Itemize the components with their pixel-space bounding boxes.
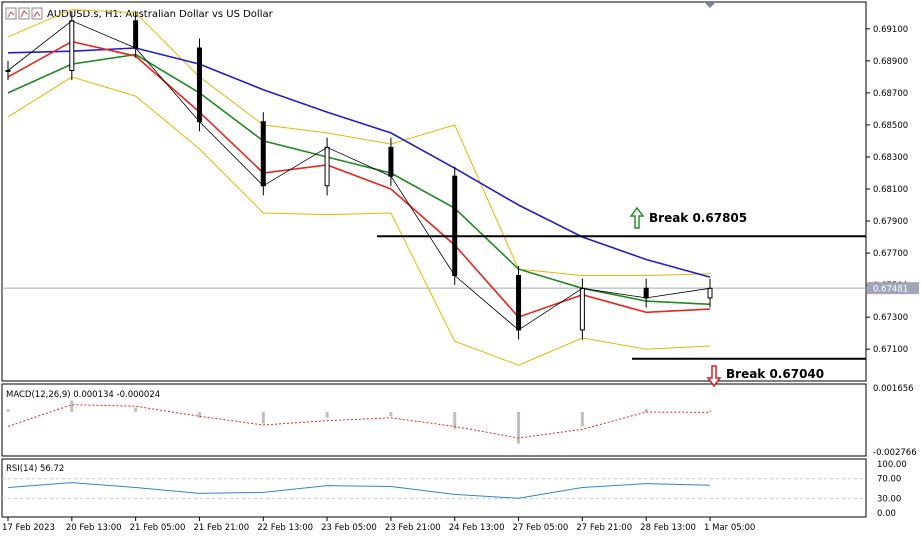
rsi-panel-frame[interactable] (1, 458, 867, 518)
macd-histogram-bar (261, 411, 265, 424)
price-candle-body (133, 20, 139, 49)
macd-title: MACD(12,26,9) 0.000134 -0.000024 (6, 390, 160, 400)
x-tick-label: 21 Feb 21:00 (193, 523, 249, 533)
toolbar-icons (5, 7, 43, 20)
break-down-label: Break 0.67040 (726, 367, 824, 381)
price-candle-body (452, 175, 458, 276)
symbol-title: AUDUSD.s, H1: Australian Dollar vs US Do… (47, 9, 274, 20)
x-tick-label: 20 Feb 13:00 (66, 523, 122, 533)
price-candle-body (196, 47, 202, 123)
macd-y-tick-label: -0.002766 (873, 448, 917, 458)
break-up-label: Break 0.67805 (649, 211, 747, 225)
x-tick-label: 1 Mar 05:00 (704, 523, 755, 533)
x-tick-label: 17 Feb 2023 (2, 523, 55, 533)
price-candle-body (324, 146, 330, 187)
chart-canvas[interactable]: AUDUSD.s, H1: Australian Dollar vs US Do… (0, 0, 921, 538)
chart-type-icon[interactable] (5, 7, 17, 20)
macd-histogram-bar (325, 411, 329, 418)
price-candle-body (707, 287, 713, 299)
price-y-tick-label: 0.67700 (873, 249, 908, 259)
price-panel-frame[interactable] (1, 1, 867, 382)
price-y-tick-label: 0.68300 (873, 153, 908, 163)
price-y-tick-label: 0.68900 (873, 57, 908, 67)
rsi-y-tick-label: 30.00 (877, 494, 901, 504)
price-y-tick-label: 0.68700 (873, 89, 908, 99)
price-candle-body (516, 274, 522, 331)
price-y-tick-label: 0.67100 (873, 345, 908, 355)
macd-histogram-bar (134, 407, 138, 412)
price-candle-body (579, 287, 585, 331)
price-y-tick-label: 0.68500 (873, 121, 908, 131)
chart-bar-icon[interactable] (31, 7, 43, 20)
x-tick-label: 23 Feb 05:00 (321, 523, 377, 533)
price-candle-body (69, 20, 75, 71)
price-candle-body (5, 69, 11, 72)
macd-histogram-bar (517, 411, 521, 444)
price-y-tick-label: 0.67300 (873, 313, 908, 323)
x-tick-label: 22 Feb 13:00 (257, 523, 313, 533)
chart-line-icon[interactable] (18, 7, 30, 20)
x-tick-label: 27 Feb 05:00 (513, 523, 569, 533)
macd-histogram-bar (6, 409, 10, 412)
price-candle-body (643, 287, 649, 299)
price-y-tick-label: 0.67900 (873, 217, 908, 227)
break-down-annotation: Break 0.67040 (706, 365, 824, 388)
current-price-label: 0.67481 (873, 285, 908, 295)
x-tick-label: 27 Feb 21:00 (576, 523, 632, 533)
macd-histogram-bar (70, 400, 74, 412)
macd-histogram-bar (580, 411, 584, 427)
rsi-y-tick-label: 0.00 (877, 509, 896, 519)
rsi-y-tick-label: 70.00 (877, 475, 901, 485)
x-tick-label: 21 Feb 05:00 (130, 523, 186, 533)
x-tick-label: 23 Feb 21:00 (385, 523, 441, 533)
chart-window: AUDUSD.s, H1: Australian Dollar vs US Do… (0, 0, 921, 538)
macd-histogram-bar (708, 410, 712, 412)
rsi-title: RSI(14) 56.72 (6, 464, 64, 474)
rsi-y-tick-label: 100.00 (877, 460, 907, 470)
macd-histogram-bar (389, 411, 393, 417)
x-tick-label: 28 Feb 13:00 (640, 523, 696, 533)
x-tick-label: 24 Feb 13:00 (449, 523, 505, 533)
price-y-tick-label: 0.69100 (873, 25, 908, 35)
price-y-tick-label: 0.68100 (873, 185, 908, 195)
price-candle-body (260, 121, 266, 187)
macd-y-tick-label: 0.001656 (873, 384, 914, 394)
price-candle-body (388, 146, 394, 177)
